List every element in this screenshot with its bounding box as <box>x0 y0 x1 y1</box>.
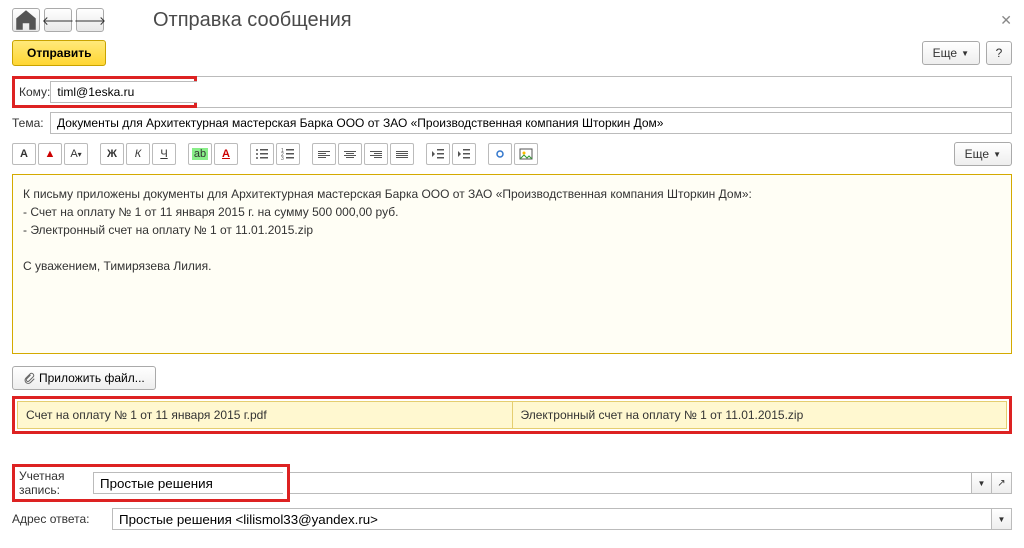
highlight-button[interactable]: ab <box>188 143 212 165</box>
toolbar-more-button[interactable]: Еще ▼ <box>954 142 1012 166</box>
reply-dropdown-button[interactable]: ▼ <box>992 508 1012 530</box>
message-body-editor[interactable]: К письму приложены документы для Архитек… <box>12 174 1012 354</box>
to-input-extension[interactable] <box>197 76 1012 108</box>
align-right-button[interactable] <box>364 143 388 165</box>
indent-button[interactable] <box>452 143 476 165</box>
image-button[interactable] <box>514 143 538 165</box>
account-dropdown-button[interactable]: ▼ <box>972 472 992 494</box>
more-menu-button[interactable]: Еще ▼ <box>922 41 980 65</box>
bullet-list-button[interactable] <box>250 143 274 165</box>
forward-button[interactable]: 🡒 <box>76 8 104 32</box>
chevron-down-icon: ▼ <box>993 150 1001 159</box>
font-size-button[interactable]: A▾ <box>64 143 88 165</box>
align-justify-button[interactable] <box>390 143 414 165</box>
account-input[interactable] <box>93 472 283 494</box>
align-left-button[interactable] <box>312 143 336 165</box>
editor-toolbar: A ▲ A▾ Ж К Ч ab A 123 <box>12 138 1012 170</box>
to-input[interactable] <box>50 81 218 103</box>
font-color-button[interactable]: ▲ <box>38 143 62 165</box>
reply-label: Адрес ответа: <box>12 512 112 526</box>
outdent-button[interactable] <box>426 143 450 165</box>
attachments-list: Счет на оплату № 1 от 11 января 2015 г.p… <box>12 396 1012 434</box>
attachment-item[interactable]: Счет на оплату № 1 от 11 января 2015 г.p… <box>18 402 513 428</box>
chevron-down-icon: ▼ <box>961 49 969 58</box>
font-button[interactable]: A <box>12 143 36 165</box>
subject-label: Тема: <box>12 116 50 130</box>
svg-text:3: 3 <box>281 156 284 161</box>
text-color-button[interactable]: A <box>214 143 238 165</box>
bold-button[interactable]: Ж <box>100 143 124 165</box>
align-center-button[interactable] <box>338 143 362 165</box>
back-button[interactable]: 🡐 <box>44 8 72 32</box>
attachment-item[interactable]: Электронный счет на оплату № 1 от 11.01.… <box>513 402 1007 428</box>
home-icon <box>13 7 39 33</box>
page-title: Отправка сообщения <box>153 9 352 32</box>
account-input-extension[interactable] <box>290 472 972 494</box>
underline-button[interactable]: Ч <box>152 143 176 165</box>
reply-input[interactable] <box>112 508 992 530</box>
number-list-button[interactable]: 123 <box>276 143 300 165</box>
link-button[interactable] <box>488 143 512 165</box>
help-button[interactable]: ? <box>986 41 1012 65</box>
close-button[interactable]: ✕ <box>1000 12 1012 29</box>
attach-file-button[interactable]: Приложить файл... <box>12 366 156 390</box>
to-label: Кому: <box>19 85 50 99</box>
italic-button[interactable]: К <box>126 143 150 165</box>
account-label: Учетная запись: <box>19 469 93 497</box>
paperclip-icon <box>23 372 35 384</box>
home-button[interactable] <box>12 8 40 32</box>
send-button[interactable]: Отправить <box>12 40 106 66</box>
account-open-button[interactable]: ↗ <box>992 472 1012 494</box>
subject-input[interactable] <box>50 112 1012 134</box>
